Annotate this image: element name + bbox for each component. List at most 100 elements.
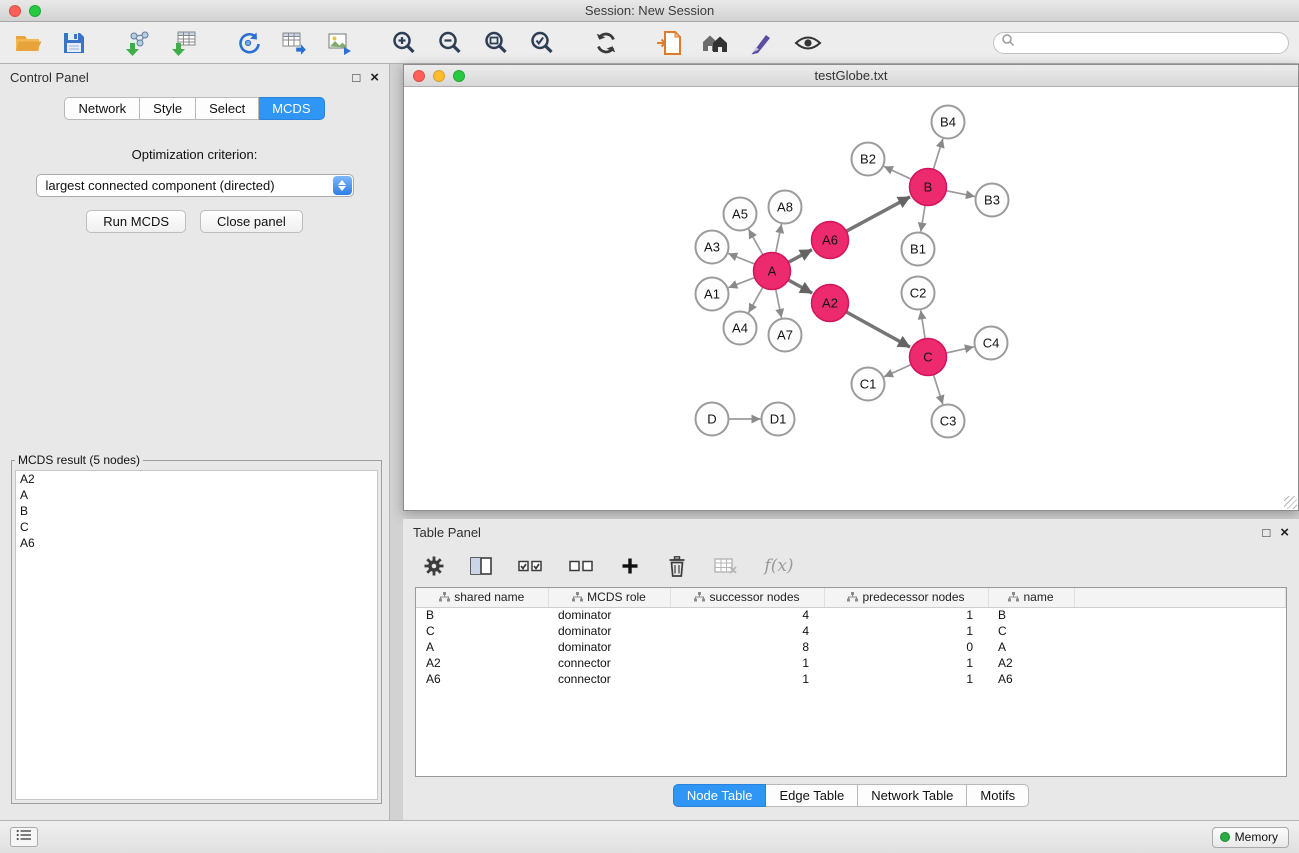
table-cell[interactable]: A6	[988, 671, 1074, 687]
node-C2[interactable]: C2	[902, 277, 935, 310]
node-C1[interactable]: C1	[852, 368, 885, 401]
add-column-button[interactable]	[617, 549, 643, 583]
table-cell[interactable]: 4	[670, 607, 824, 623]
resize-grip[interactable]	[1284, 496, 1297, 509]
tab-style[interactable]: Style	[140, 97, 196, 120]
table-cell[interactable]: A2	[988, 655, 1074, 671]
table-row[interactable]: Bdominator41B	[416, 607, 1286, 623]
function-builder-button[interactable]: f(x)	[762, 549, 796, 583]
table-cell[interactable]: dominator	[548, 639, 670, 655]
table-cell[interactable]: 1	[670, 671, 824, 687]
table-cell[interactable]: 8	[670, 639, 824, 655]
column-layout-button[interactable]	[468, 549, 494, 583]
run-mcds-button[interactable]: Run MCDS	[86, 210, 186, 233]
save-session-button[interactable]	[56, 26, 92, 60]
column-header-shared-name[interactable]: shared name	[416, 588, 548, 607]
edge-A-A5[interactable]	[749, 229, 763, 255]
zoom-fit-button[interactable]	[478, 26, 514, 60]
close-panel-button[interactable]: Close panel	[200, 210, 303, 233]
tab-motifs[interactable]: Motifs	[967, 784, 1029, 807]
new-network-button[interactable]	[230, 26, 266, 60]
edge-B-B4[interactable]	[933, 139, 943, 170]
table-cell[interactable]: A2	[416, 655, 548, 671]
edge-B-B2[interactable]	[884, 166, 911, 179]
table-cell[interactable]: dominator	[548, 623, 670, 639]
import-network-button[interactable]	[120, 26, 156, 60]
table-row[interactable]: A2connector11A2	[416, 655, 1286, 671]
edge-C-C1[interactable]	[884, 365, 911, 377]
table-cell[interactable]: C	[988, 623, 1074, 639]
edge-A-A2[interactable]	[788, 280, 812, 293]
edge-A-A4[interactable]	[749, 287, 763, 313]
mcds-result-item[interactable]: C	[16, 519, 377, 535]
mcds-result-item[interactable]: A	[16, 487, 377, 503]
import-table-button[interactable]	[166, 26, 202, 60]
memory-button[interactable]: Memory	[1212, 827, 1289, 848]
edge-A-A6[interactable]	[788, 250, 812, 263]
tab-select[interactable]: Select	[196, 97, 259, 120]
export-image-button[interactable]	[322, 26, 358, 60]
delete-column-button[interactable]	[664, 549, 690, 583]
table-cell[interactable]: 1	[824, 671, 988, 687]
edge-A-A1[interactable]	[728, 278, 754, 288]
node-B2[interactable]: B2	[852, 143, 885, 176]
edge-C-C3[interactable]	[934, 375, 943, 405]
table-cell[interactable]: A6	[416, 671, 548, 687]
tab-mcds[interactable]: MCDS	[259, 97, 324, 120]
node-A3[interactable]: A3	[696, 231, 729, 264]
select-all-button[interactable]	[515, 549, 545, 583]
table-cell[interactable]: 4	[670, 623, 824, 639]
search-input[interactable]	[1015, 36, 1288, 50]
style-brush-button[interactable]	[744, 26, 780, 60]
delete-table-button[interactable]	[711, 549, 741, 583]
zoom-selected-button[interactable]	[524, 26, 560, 60]
node-B[interactable]: B	[910, 169, 947, 206]
node-A8[interactable]: A8	[769, 191, 802, 224]
deselect-all-button[interactable]	[566, 549, 596, 583]
node-B4[interactable]: B4	[932, 106, 965, 139]
new-table-button[interactable]	[276, 26, 312, 60]
node-A[interactable]: A	[754, 253, 791, 290]
node-A5[interactable]: A5	[724, 198, 757, 231]
table-cell[interactable]: connector	[548, 655, 670, 671]
network-window-titlebar[interactable]: testGlobe.txt	[404, 65, 1298, 87]
table-row[interactable]: Adominator80A	[416, 639, 1286, 655]
edge-A6-B[interactable]	[846, 197, 910, 231]
criterion-dropdown[interactable]: largest connected component (directed)	[36, 174, 354, 197]
edge-A-A8[interactable]	[776, 224, 782, 253]
table-cell[interactable]: A	[988, 639, 1074, 655]
float-panel-icon[interactable]: □	[352, 70, 360, 85]
node-B3[interactable]: B3	[976, 184, 1009, 217]
zoom-in-button[interactable]	[386, 26, 422, 60]
edge-A2-C[interactable]	[846, 312, 910, 347]
eye-button[interactable]	[790, 26, 826, 60]
table-cell[interactable]: 0	[824, 639, 988, 655]
node-A2[interactable]: A2	[812, 285, 849, 322]
column-header-successor-nodes[interactable]: successor nodes	[670, 588, 824, 607]
home-button[interactable]	[698, 26, 734, 60]
table-cell[interactable]: A	[416, 639, 548, 655]
node-table-container[interactable]: shared nameMCDS rolesuccessor nodesprede…	[415, 587, 1287, 777]
network-graph[interactable]: AA1A2A3A4A5A6A7A8BB1B2B3B4CC1C2C3C4DD1	[404, 87, 1298, 510]
tab-network[interactable]: Network	[64, 97, 140, 120]
table-cell[interactable]: 1	[824, 623, 988, 639]
close-table-panel-icon[interactable]: ×	[1280, 524, 1289, 541]
mcds-result-item[interactable]: A6	[16, 535, 377, 551]
table-row[interactable]: Cdominator41C	[416, 623, 1286, 639]
table-settings-button[interactable]	[421, 549, 447, 583]
node-A7[interactable]: A7	[769, 319, 802, 352]
node-A4[interactable]: A4	[724, 312, 757, 345]
zoom-out-button[interactable]	[432, 26, 468, 60]
node-A1[interactable]: A1	[696, 278, 729, 311]
table-cell[interactable]: 1	[824, 607, 988, 623]
table-cell[interactable]: C	[416, 623, 548, 639]
mcds-result-list[interactable]: A2ABCA6	[15, 470, 378, 800]
node-C4[interactable]: C4	[975, 327, 1008, 360]
node-C3[interactable]: C3	[932, 405, 965, 438]
node-B1[interactable]: B1	[902, 233, 935, 266]
column-header-MCDS-role[interactable]: MCDS role	[548, 588, 670, 607]
table-cell[interactable]: B	[988, 607, 1074, 623]
node-C[interactable]: C	[910, 339, 947, 376]
node-D1[interactable]: D1	[762, 403, 795, 436]
open-session-button[interactable]	[10, 26, 46, 60]
